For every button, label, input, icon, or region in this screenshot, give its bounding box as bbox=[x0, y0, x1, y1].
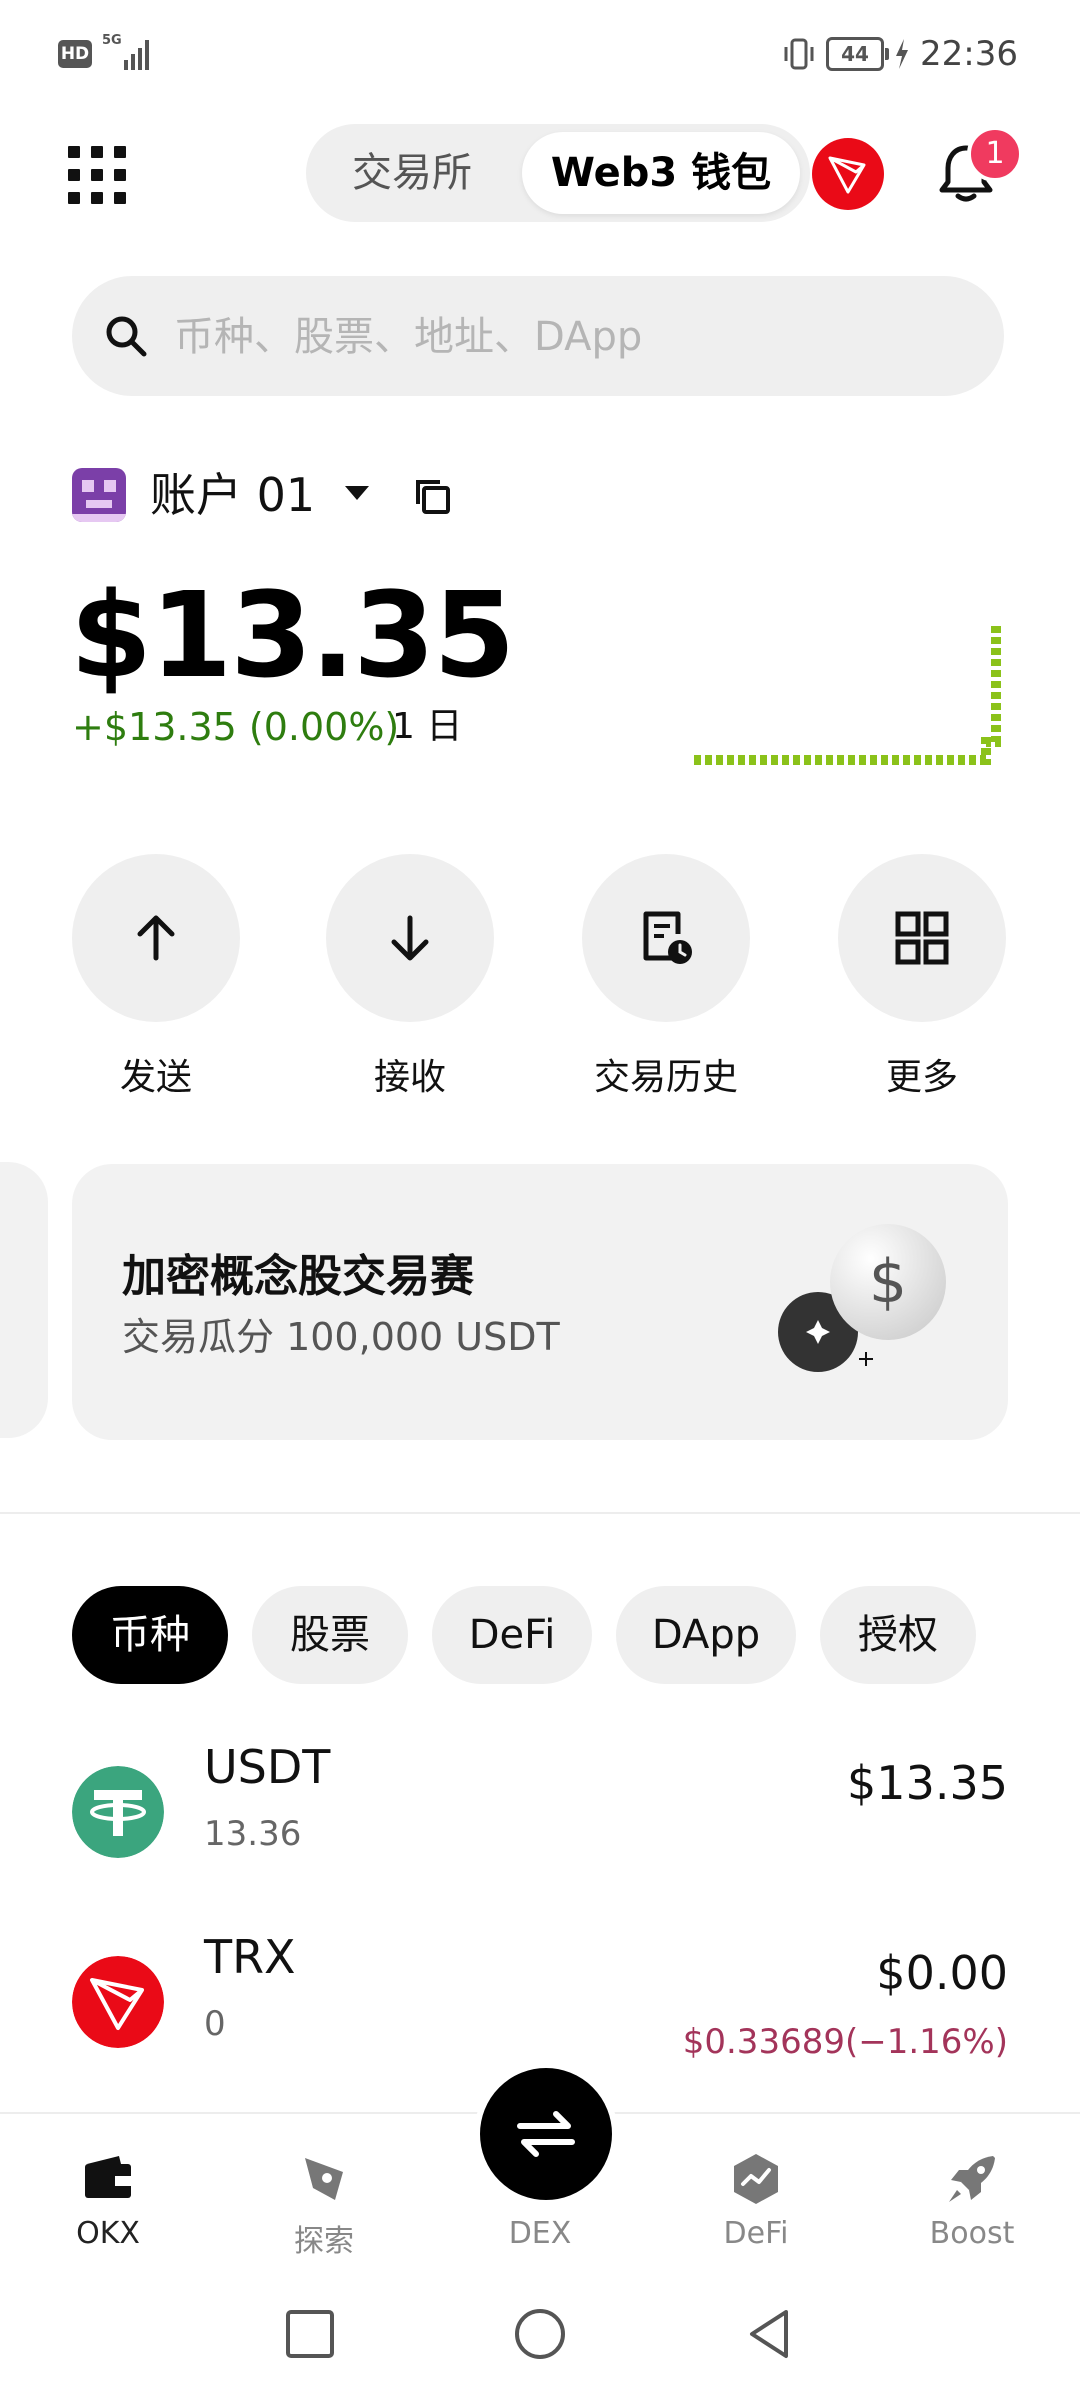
promo-card-previous[interactable] bbox=[0, 1162, 48, 1438]
receive-label: 接收 bbox=[373, 1057, 446, 1098]
token-value: $13.35 bbox=[847, 1756, 1008, 1810]
home-icon[interactable] bbox=[512, 2306, 568, 2362]
nav-label: Boost bbox=[929, 2216, 1015, 2251]
search-bar[interactable] bbox=[72, 276, 1004, 398]
coin-illustration-icon: $ bbox=[778, 1224, 946, 1372]
more-label: 更多 bbox=[885, 1057, 958, 1098]
signal-icon bbox=[124, 36, 154, 70]
network-type: 5G bbox=[102, 33, 122, 48]
dex-button[interactable] bbox=[474, 2062, 618, 2206]
nav-boost[interactable]: Boost bbox=[892, 2150, 1052, 2251]
token-value: $0.00 bbox=[876, 1946, 1008, 2000]
tab-approvals[interactable]: 授权 bbox=[820, 1586, 976, 1684]
tab-coins[interactable]: 币种 bbox=[72, 1586, 228, 1684]
send-label: 发送 bbox=[119, 1057, 192, 1098]
receive-button[interactable] bbox=[326, 854, 494, 1022]
defi-icon bbox=[734, 2154, 778, 2204]
rocket-icon bbox=[949, 2156, 995, 2202]
recents-icon[interactable] bbox=[282, 2306, 338, 2362]
search-input[interactable] bbox=[172, 276, 976, 398]
history-action[interactable]: 交易历史 bbox=[582, 854, 750, 1098]
chevron-down-icon[interactable] bbox=[345, 486, 369, 500]
account-name[interactable]: 账户 01 bbox=[150, 466, 315, 524]
tether-icon bbox=[72, 1766, 164, 1858]
wallet-icon bbox=[85, 2156, 131, 2198]
system-nav-bar bbox=[0, 2280, 1080, 2388]
total-balance: $13.35 bbox=[70, 566, 515, 704]
nav-label: DeFi bbox=[723, 2216, 789, 2251]
nav-label: DEX bbox=[508, 2216, 572, 2251]
token-price-change: $0.33689(−1.16%) bbox=[682, 2022, 1008, 2062]
svg-text:$: $ bbox=[869, 1247, 907, 1317]
notification-badge: 1 bbox=[967, 126, 1023, 182]
promo-title: 加密概念股交易赛 bbox=[122, 1251, 474, 1302]
send-action[interactable]: 发送 bbox=[72, 854, 240, 1098]
tron-token-icon bbox=[72, 1956, 164, 2048]
tron-icon bbox=[828, 156, 866, 194]
tron-network-button[interactable] bbox=[812, 138, 884, 210]
nav-label: 探索 bbox=[294, 2224, 354, 2259]
back-icon[interactable] bbox=[742, 2306, 798, 2362]
hd-badge: HD bbox=[58, 40, 92, 68]
token-amount: 13.36 bbox=[204, 1814, 302, 1854]
token-row-trx[interactable]: TRX 0 $0.00 $0.33689(−1.16%) bbox=[72, 1926, 1008, 2076]
balance-sparkline bbox=[694, 622, 1001, 765]
search-icon bbox=[106, 316, 147, 357]
menu-grid-icon[interactable] bbox=[68, 146, 126, 204]
nav-explore[interactable]: 探索 bbox=[244, 2150, 404, 2260]
nav-defi[interactable]: DeFi bbox=[676, 2150, 836, 2251]
tab-stocks[interactable]: 股票 bbox=[252, 1586, 408, 1684]
history-icon bbox=[643, 911, 692, 964]
vibrate-icon bbox=[784, 38, 814, 70]
tab-web3-wallet[interactable]: Web3 钱包 bbox=[522, 132, 800, 214]
account-avatar[interactable] bbox=[72, 468, 126, 522]
more-action[interactable]: 更多 bbox=[838, 854, 1006, 1098]
arrow-down-icon bbox=[391, 915, 429, 961]
change-period[interactable]: 1 日 bbox=[392, 702, 462, 752]
compass-icon bbox=[305, 2158, 343, 2200]
battery-icon: 44 bbox=[826, 37, 890, 71]
copy-icon[interactable] bbox=[412, 476, 454, 518]
charging-icon bbox=[896, 39, 909, 69]
token-amount: 0 bbox=[204, 2004, 226, 2044]
nav-okx[interactable]: OKX bbox=[28, 2150, 188, 2251]
clock: 22:36 bbox=[920, 34, 1018, 74]
promo-banner[interactable]: 加密概念股交易赛 交易瓜分 100,000 USDT $ bbox=[72, 1164, 1008, 1440]
nav-label: OKX bbox=[76, 2216, 140, 2251]
balance-change: +$13.35 (0.00%) bbox=[72, 705, 400, 749]
status-right: 44 22:36 bbox=[782, 30, 1018, 78]
history-label: 交易历史 bbox=[593, 1057, 738, 1098]
promo-subtitle: 交易瓜分 100,000 USDT bbox=[122, 1315, 560, 1359]
arrow-up-icon bbox=[137, 915, 175, 961]
tab-exchange[interactable]: 交易所 bbox=[314, 132, 510, 214]
section-divider bbox=[0, 1512, 1080, 1514]
send-button[interactable] bbox=[72, 854, 240, 1022]
history-button[interactable] bbox=[582, 854, 750, 1022]
mode-toggle: 交易所 Web3 钱包 bbox=[306, 124, 810, 222]
receive-action[interactable]: 接收 bbox=[326, 854, 494, 1098]
tab-dapp[interactable]: DApp bbox=[616, 1586, 796, 1684]
grid-icon bbox=[895, 911, 949, 965]
token-symbol: USDT bbox=[204, 1740, 331, 1794]
token-row-usdt[interactable]: USDT 13.36 $13.35 bbox=[72, 1736, 1008, 1886]
tab-defi[interactable]: DeFi bbox=[432, 1586, 592, 1684]
token-symbol: TRX bbox=[204, 1930, 296, 1984]
status-bar: HD 5G 44 22:36 bbox=[0, 0, 1080, 110]
more-button[interactable] bbox=[838, 854, 1006, 1022]
swap-icon bbox=[517, 2111, 575, 2157]
